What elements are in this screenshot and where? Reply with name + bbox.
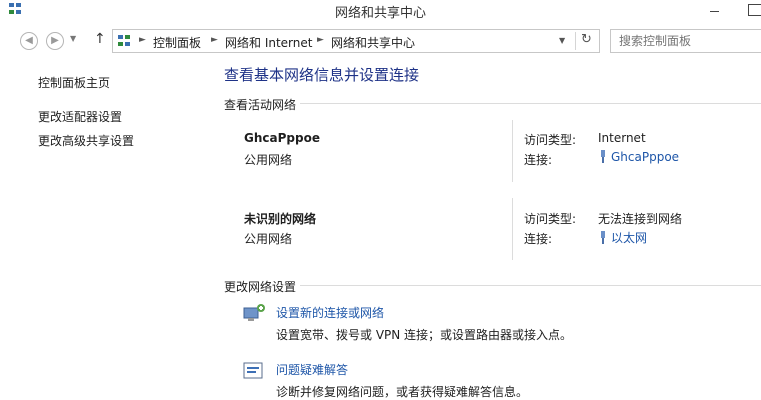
connection-label: 连接: — [524, 232, 553, 246]
connection-label: 连接: — [524, 153, 553, 167]
access-type-label: 访问类型: — [524, 133, 577, 147]
address-history-chevron-icon[interactable]: ▼ — [559, 36, 565, 45]
address-divider — [575, 32, 576, 50]
network-category: 公用网络 — [244, 153, 293, 167]
access-type-label: 访问类型: — [524, 212, 577, 226]
search-input[interactable] — [610, 29, 761, 53]
control-panel-icon — [118, 35, 130, 46]
access-type-value: 无法连接到网络 — [598, 212, 683, 226]
sidebar: 控制面板主页 更改适配器设置 更改高级共享设置 — [0, 58, 210, 400]
forward-button[interactable]: ▶ — [46, 32, 64, 50]
address-toolbar: ◀ ▶ ▼ ↑ ► 控制面板 ► 网络和 Internet ► 网络和共享中心 … — [0, 28, 761, 54]
setup-connection-description: 设置宽带、拨号或 VPN 连接；或设置路由器或接入点。 — [276, 328, 573, 342]
change-settings-heading: 更改网络设置 — [224, 280, 297, 294]
breadcrumb-separator-icon[interactable]: ► — [211, 35, 218, 45]
refresh-icon[interactable]: ↻ — [581, 32, 592, 47]
maximize-button[interactable] — [748, 4, 761, 16]
minimize-button[interactable] — [706, 4, 724, 16]
breadcrumb-control-panel[interactable]: 控制面板 — [153, 34, 201, 51]
title-bar: 网络和共享中心 — [0, 0, 761, 24]
connection-link[interactable]: GhcaPppoe — [598, 150, 679, 164]
troubleshoot-icon — [243, 362, 263, 379]
address-field[interactable]: ► 控制面板 ► 网络和 Internet ► 网络和共享中心 ▼ ↻ — [112, 29, 600, 53]
sidebar-item-control-panel-home[interactable]: 控制面板主页 — [38, 74, 110, 91]
network-name: 未识别的网络 — [244, 212, 317, 226]
network-divider — [512, 120, 513, 182]
breadcrumb-network-internet[interactable]: 网络和 Internet — [225, 34, 312, 51]
breadcrumb-network-center[interactable]: 网络和共享中心 — [331, 34, 415, 51]
troubleshoot-description: 诊断并修复网络问题，或者获得疑难解答信息。 — [276, 385, 529, 399]
ethernet-icon — [601, 231, 605, 244]
connection-value[interactable]: GhcaPppoe — [611, 150, 679, 164]
new-connection-icon — [243, 304, 265, 321]
network-divider — [512, 198, 513, 260]
network-category: 公用网络 — [244, 232, 293, 246]
sidebar-item-advanced-sharing[interactable]: 更改高级共享设置 — [38, 132, 134, 149]
connection-icon — [601, 150, 605, 163]
up-button[interactable]: ↑ — [94, 31, 106, 47]
troubleshoot-link[interactable]: 问题疑难解答 — [276, 361, 348, 378]
connection-link[interactable]: 以太网 — [598, 229, 647, 246]
section-divider — [300, 103, 761, 104]
access-type-value: Internet — [598, 131, 646, 145]
window-title: 网络和共享中心 — [334, 6, 426, 21]
section-divider — [300, 285, 761, 286]
connection-value[interactable]: 以太网 — [611, 231, 647, 245]
sidebar-item-adapter-settings[interactable]: 更改适配器设置 — [38, 108, 122, 125]
active-networks-heading: 查看活动网络 — [224, 98, 297, 112]
setup-connection-link[interactable]: 设置新的连接或网络 — [276, 304, 384, 321]
main-panel: 查看基本网络信息并设置连接 查看活动网络 GhcaPppoe 公用网络 访问类型… — [210, 58, 761, 400]
breadcrumb-separator-icon[interactable]: ► — [317, 35, 324, 45]
breadcrumb-separator-icon[interactable]: ► — [139, 35, 146, 45]
recent-pages-chevron-icon[interactable]: ▼ — [70, 34, 76, 43]
back-button[interactable]: ◀ — [20, 32, 38, 50]
page-title: 查看基本网络信息并设置连接 — [224, 66, 420, 84]
network-name: GhcaPppoe — [244, 131, 320, 145]
